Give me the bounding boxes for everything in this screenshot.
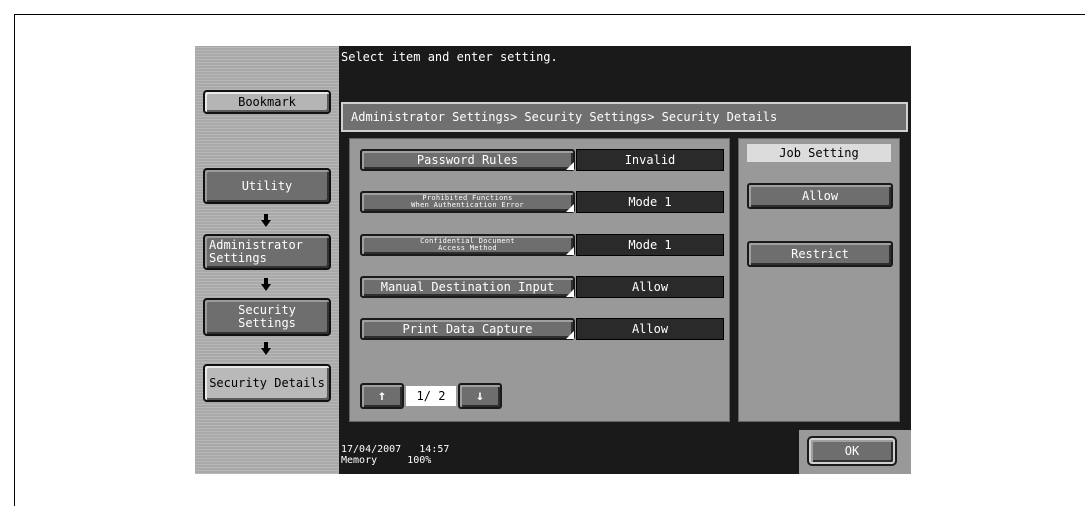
arrow-down-icon (261, 278, 271, 291)
corner-indicator-icon (566, 247, 574, 255)
arrow-down-icon: ↓ (475, 388, 485, 404)
setting-label: Password Rules (416, 153, 519, 167)
ok-button[interactable]: OK (809, 438, 895, 464)
job-setting-panel: Job Setting Allow Restrict (738, 138, 900, 422)
page-down-button[interactable]: ↓ (458, 383, 502, 409)
status-bar: 17/04/2007 14:57 Memory 100% (341, 444, 449, 466)
manual-destination-input-value: Allow (576, 276, 724, 298)
bookmark-button[interactable]: Bookmark (203, 90, 331, 114)
memory-value: 100% (407, 455, 432, 466)
corner-indicator-icon (566, 331, 574, 339)
manual-destination-input-button[interactable]: Manual Destination Input (360, 276, 575, 298)
prohibited-functions-button[interactable]: Prohibited Functions When Authentication… (360, 191, 575, 213)
prohibited-functions-value: Mode 1 (576, 191, 724, 213)
pagination: ↑ 1/ 2 ↓ (360, 383, 502, 409)
nav-administrator-settings-button[interactable]: Administrator Settings (203, 234, 331, 270)
nav-security-settings-button[interactable]: Security Settings (203, 298, 331, 336)
status-time: 14:57 (419, 444, 450, 455)
allow-button[interactable]: Allow (747, 183, 893, 209)
corner-indicator-icon (566, 162, 574, 170)
instruction-message: Select item and enter setting. (341, 50, 558, 64)
page-frame-left (14, 14, 15, 506)
restrict-button[interactable]: Restrict (747, 241, 893, 267)
control-panel-screen: Bookmark Utility Administrator Settings … (195, 46, 911, 474)
nav-utility-button[interactable]: Utility (203, 168, 331, 204)
arrow-down-icon (261, 214, 271, 227)
memory-label: Memory (341, 455, 378, 466)
job-setting-title: Job Setting (747, 144, 891, 162)
corner-indicator-icon (566, 289, 574, 297)
status-date: 17/04/2007 (341, 444, 402, 455)
confidential-document-button[interactable]: Confidential Document Access Method (360, 234, 575, 256)
setting-label: Confidential Document Access Method (420, 237, 515, 252)
page-indicator: 1/ 2 (406, 386, 456, 406)
arrow-up-icon: ↑ (377, 388, 387, 404)
corner-indicator-icon (566, 204, 574, 212)
breadcrumb: Administrator Settings> Security Setting… (341, 102, 908, 132)
nav-security-details-button[interactable]: Security Details (203, 364, 331, 402)
print-data-capture-button[interactable]: Print Data Capture (360, 318, 575, 340)
setting-label: Manual Destination Input (380, 280, 555, 294)
settings-panel: Password Rules Invalid Prohibited Functi… (349, 138, 730, 422)
setting-label: Prohibited Functions When Authentication… (411, 194, 524, 209)
setting-label: Print Data Capture (402, 322, 533, 336)
arrow-down-icon (261, 342, 271, 355)
page-frame-top (14, 14, 1085, 15)
password-rules-button[interactable]: Password Rules (360, 149, 575, 171)
left-navigation: Bookmark Utility Administrator Settings … (195, 46, 339, 474)
print-data-capture-value: Allow (576, 318, 724, 340)
page-up-button[interactable]: ↑ (360, 383, 404, 409)
confidential-document-value: Mode 1 (576, 234, 724, 256)
password-rules-value: Invalid (576, 149, 724, 171)
